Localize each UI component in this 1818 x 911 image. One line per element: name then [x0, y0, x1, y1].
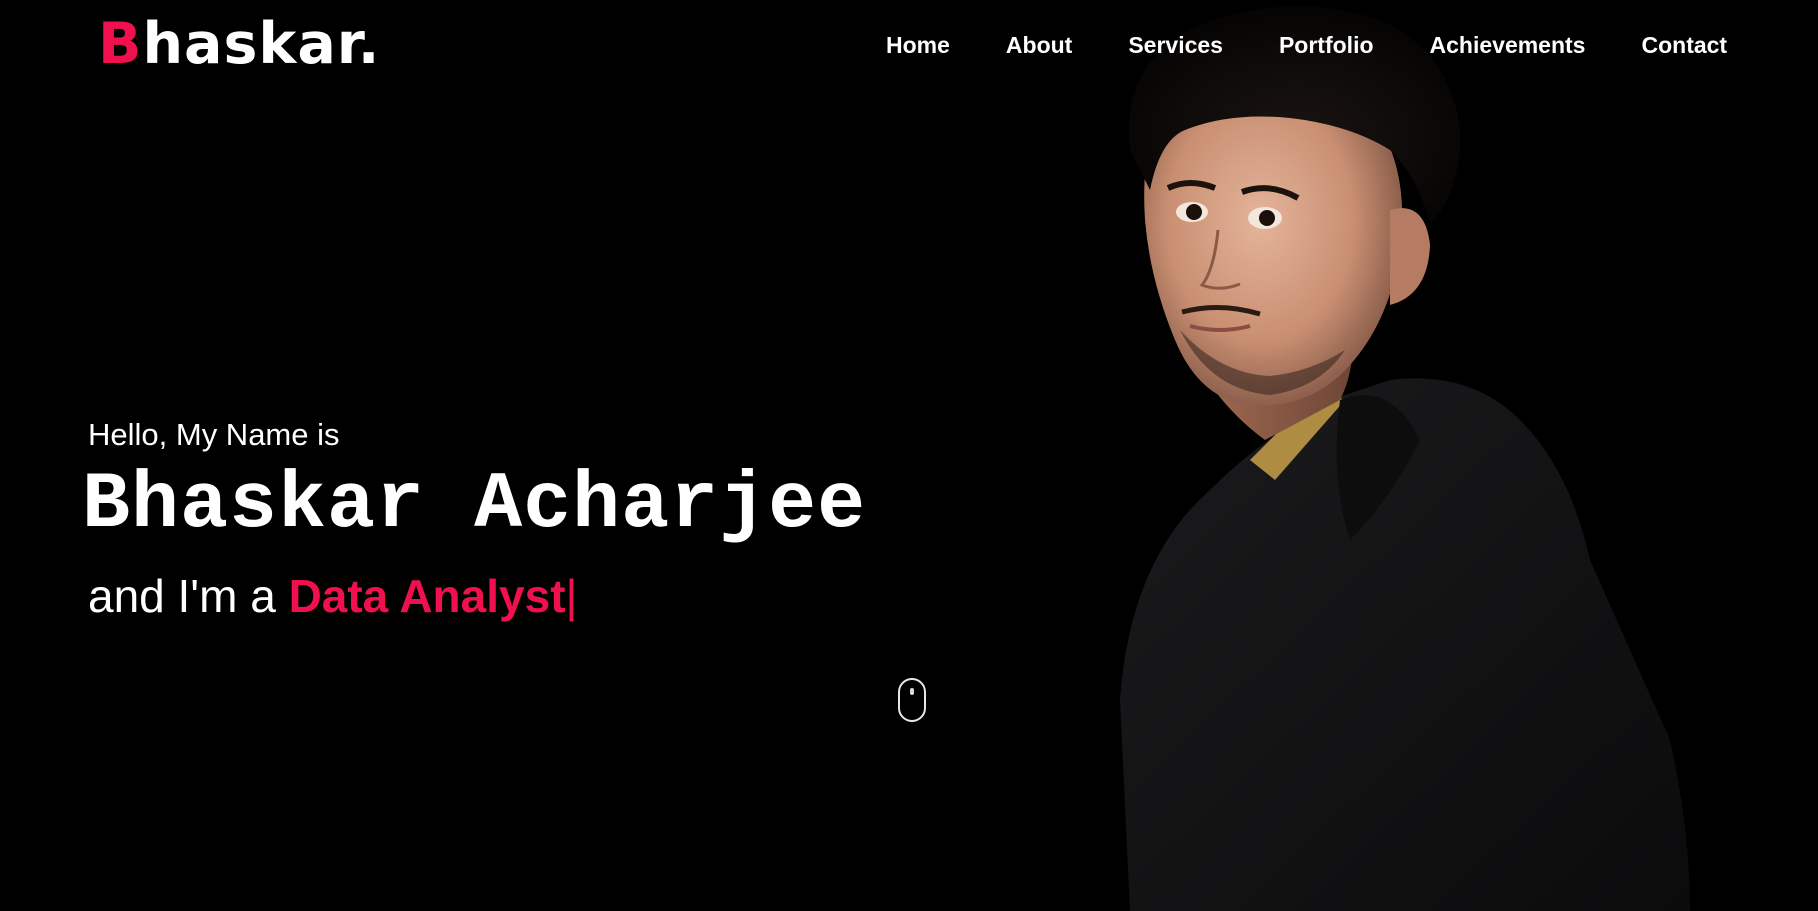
nav-contact[interactable]: Contact [1641, 30, 1727, 60]
nav-home[interactable]: Home [886, 30, 950, 60]
hero-greeting: Hello, My Name is [88, 417, 340, 452]
typing-cursor: | [565, 570, 578, 622]
mouse-wheel [910, 688, 914, 695]
logo-initial: B [98, 11, 143, 77]
site-logo[interactable]: Bhaskar. [98, 8, 380, 80]
logo-dot: . [357, 11, 381, 77]
hero-role-line: and I'm a Data Analyst| [88, 566, 577, 626]
main-navigation: Home About Services Portfolio Achievemen… [886, 30, 1727, 60]
nav-about[interactable]: About [1006, 30, 1072, 60]
portrait-photo [1090, 0, 1818, 911]
logo-rest: haskar [142, 11, 358, 77]
mouse-scroll-icon[interactable] [898, 678, 926, 722]
role-typed-text: Data Analyst [288, 570, 566, 622]
nav-achievements[interactable]: Achievements [1430, 30, 1586, 60]
home-hero-section: Bhaskar. Home About Services Portfolio A… [0, 0, 1818, 911]
hero-name: Bhaskar Acharjee [82, 460, 867, 551]
nav-services[interactable]: Services [1128, 30, 1223, 60]
nav-portfolio[interactable]: Portfolio [1279, 30, 1374, 60]
role-prefix: and I'm a [88, 570, 289, 622]
